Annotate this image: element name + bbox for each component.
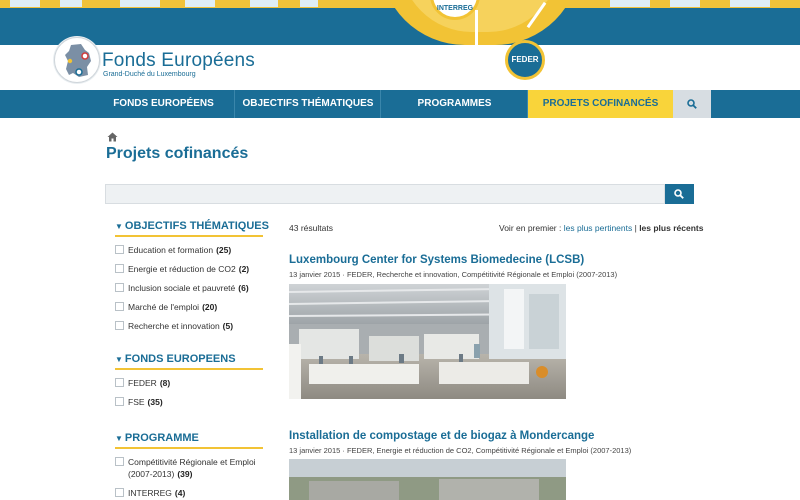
results-count: 43 résultats: [289, 223, 333, 233]
result-image[interactable]: [289, 459, 566, 500]
facet-fonds-europeens: ▼ FONDS EUROPEENS FEDER (8) FSE (35): [115, 353, 263, 415]
laboratory-photo: [289, 284, 566, 399]
facet-option[interactable]: FSE (35): [115, 396, 263, 408]
site-title[interactable]: Fonds Européens: [102, 50, 255, 72]
facet-option[interactable]: Energie et réduction de CO2 (2): [115, 263, 263, 275]
facet-option[interactable]: Education et formation (25): [115, 244, 263, 256]
triangle-down-icon: ▼: [115, 355, 123, 364]
search-icon: [674, 189, 684, 199]
nav-programmes[interactable]: PROGRAMMES: [382, 90, 528, 118]
nav-objectifs-thematiques[interactable]: OBJECTIFS THÉMATIQUES: [236, 90, 381, 118]
sort-options: Voir en premier : les plus pertinents | …: [499, 223, 704, 233]
search-input[interactable]: [105, 184, 665, 204]
nav-fonds-europeens[interactable]: FONDS EUROPÉENS: [93, 90, 235, 118]
triangle-down-icon: ▼: [115, 434, 123, 443]
facet-objectifs-thematiques: ▼ OBJECTIFS THÉMATIQUES Education et form…: [115, 220, 269, 339]
result-title-link[interactable]: Luxembourg Center for Systems Biomedecin…: [289, 254, 584, 266]
page-title: Projets cofinancés: [106, 145, 249, 162]
facet-option[interactable]: Compétitivité Régionale et Emploi (2007-…: [115, 456, 263, 480]
result-title-link[interactable]: Installation de compostage et de biogaz …: [289, 430, 594, 442]
checkbox[interactable]: [115, 264, 124, 273]
luxembourg-map-logo[interactable]: [54, 37, 100, 83]
checkbox[interactable]: [115, 245, 124, 254]
facet-heading[interactable]: ▼ FONDS EUROPEENS: [115, 353, 263, 370]
result-meta: 13 janvier 2015 · FEDER, Recherche et in…: [289, 270, 618, 279]
checkbox[interactable]: [115, 488, 124, 497]
facet-option[interactable]: Marché de l'emploi (20): [115, 301, 263, 313]
facet-option[interactable]: Recherche et innovation (5): [115, 320, 263, 332]
checkbox[interactable]: [115, 378, 124, 387]
triangle-down-icon: ▼: [115, 222, 123, 231]
sort-relevant-link[interactable]: les plus pertinents: [564, 223, 633, 233]
feder-badge[interactable]: FEDER: [505, 40, 545, 80]
checkbox[interactable]: [115, 283, 124, 292]
result-image[interactable]: [289, 284, 566, 399]
facet-heading[interactable]: ▼ OBJECTIFS THÉMATIQUES: [115, 220, 269, 237]
sort-recent-link[interactable]: les plus récents: [639, 223, 703, 233]
facet-heading[interactable]: ▼ PROGRAMME: [115, 432, 263, 449]
top-banner: INTERREG: [0, 0, 800, 45]
checkbox[interactable]: [115, 302, 124, 311]
checkbox[interactable]: [115, 397, 124, 406]
facet-option[interactable]: FEDER (8): [115, 377, 263, 389]
checkbox[interactable]: [115, 321, 124, 330]
nav-projets-cofinances[interactable]: PROJETS COFINANCÉS: [528, 90, 673, 118]
site-subtitle: Grand-Duché du Luxembourg: [103, 71, 196, 78]
home-icon[interactable]: [107, 132, 118, 142]
nav-search-button[interactable]: [673, 90, 711, 118]
facet-programme: ▼ PROGRAMME Compétitivité Régionale et Em…: [115, 432, 263, 500]
luxembourg-map-icon: [65, 44, 91, 77]
biogaz-site-photo: [289, 459, 566, 500]
search-icon: [687, 99, 697, 109]
main-nav: FONDS EUROPÉENS OBJECTIFS THÉMATIQUES PR…: [0, 90, 800, 118]
search-button[interactable]: [665, 184, 694, 204]
result-meta: 13 janvier 2015 · FEDER, Energie et rédu…: [289, 446, 632, 455]
checkbox[interactable]: [115, 457, 124, 466]
facet-option[interactable]: INTERREG (4): [115, 487, 263, 499]
facet-option[interactable]: Inclusion sociale et pauvreté (6): [115, 282, 263, 294]
